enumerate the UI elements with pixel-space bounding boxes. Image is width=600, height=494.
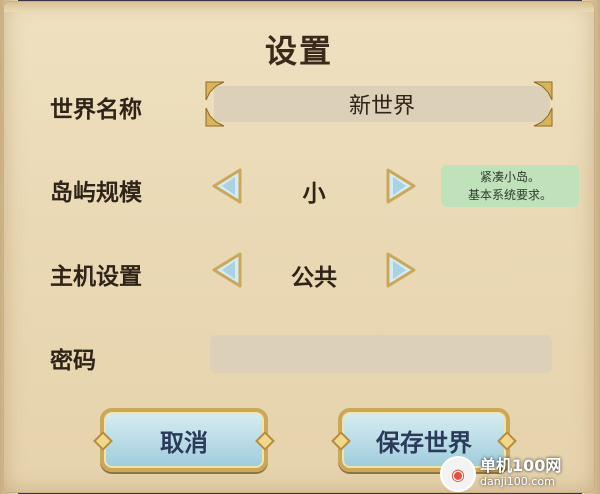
host-settings-prev-arrow-icon[interactable] [208,250,248,290]
password-label: 密码 [50,348,96,374]
host-settings-next-arrow-icon[interactable] [380,250,420,290]
corner-ornament-icon [533,107,553,127]
world-name-label: 世界名称 [50,97,142,123]
watermark-sub-text: danji100.com [480,475,555,488]
host-settings-value: 公共 [291,265,337,291]
password-input[interactable] [210,335,552,373]
world-name-input[interactable]: 新世界 [214,86,550,122]
button-gem-icon [255,431,275,451]
cancel-button-label: 取消 [160,428,208,457]
settings-panel: 设置 世界名称 新世界 岛屿规模 小 紧凑小岛。 基本系统要求。 主机设置 公共 [4,2,594,492]
watermark-main-text: 单机100网 [480,456,562,475]
tooltip-line-2: 基本系统要求。 [467,188,552,202]
button-gem-icon [497,431,517,451]
button-gem-icon [331,431,351,451]
dialog-title: 设置 [264,32,333,70]
watermark-logo-icon: ◉ [440,456,476,492]
corner-ornament-icon [533,81,553,101]
island-size-tooltip: 紧凑小岛。 基本系统要求。 [441,165,579,207]
cancel-button[interactable]: 取消 [93,408,275,472]
island-size-prev-arrow-icon[interactable] [208,166,248,206]
button-gem-icon [93,431,113,451]
watermark: ◉ 单机100网 danji100.com [440,456,596,492]
island-size-next-arrow-icon[interactable] [380,166,420,206]
tooltip-line-1: 紧凑小岛。 [479,170,540,184]
host-settings-label: 主机设置 [50,264,142,290]
island-size-value: 小 [302,181,326,207]
world-name-value: 新世界 [348,94,415,119]
corner-ornament-icon [205,81,225,101]
corner-ornament-icon [205,107,225,127]
island-size-label: 岛屿规模 [50,180,142,206]
save-world-button-label: 保存世界 [376,428,472,457]
